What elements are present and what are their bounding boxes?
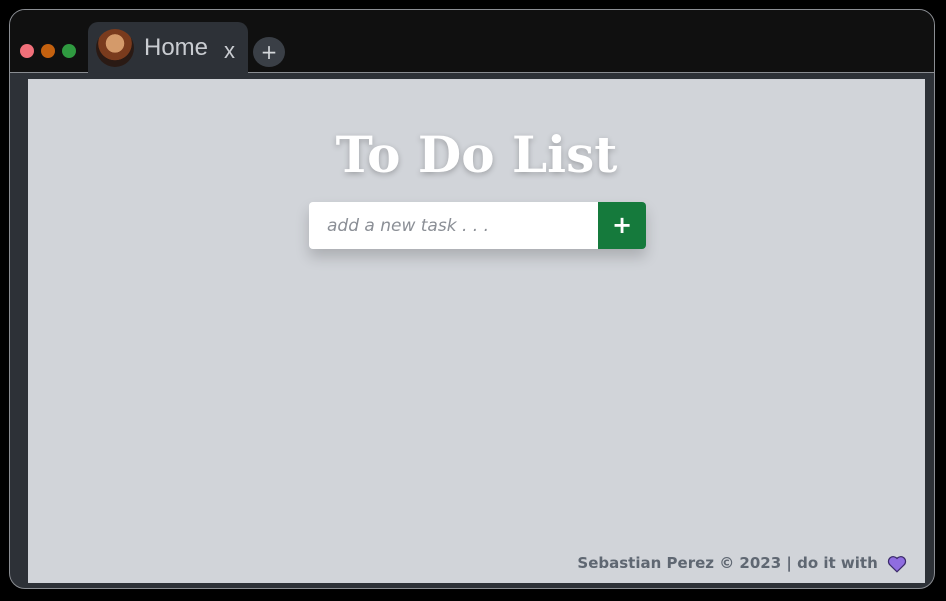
heart-icon <box>887 555 907 573</box>
browser-window: Home x + To Do List + Sebastian Perez © … <box>9 9 935 589</box>
add-task-form: + <box>309 202 646 249</box>
minimize-window-button[interactable] <box>41 44 55 58</box>
task-input[interactable] <box>309 202 598 249</box>
close-window-button[interactable] <box>20 44 34 58</box>
footer-text: Sebastian Perez © 2023 | do it with <box>577 554 878 572</box>
add-task-button[interactable]: + <box>598 202 646 249</box>
maximize-window-button[interactable] <box>62 44 76 58</box>
avatar-icon <box>96 29 134 67</box>
tab-home[interactable]: Home x <box>88 22 248 74</box>
page-title: To Do List <box>335 124 618 184</box>
title-bar: Home x + <box>10 10 934 74</box>
new-tab-button[interactable]: + <box>253 37 285 67</box>
page-content: To Do List + Sebastian Perez © 2023 | do… <box>28 79 925 583</box>
footer: Sebastian Perez © 2023 | do it with <box>577 553 907 573</box>
tab-label: Home <box>144 34 209 61</box>
tab-close-button[interactable]: x <box>224 40 235 62</box>
